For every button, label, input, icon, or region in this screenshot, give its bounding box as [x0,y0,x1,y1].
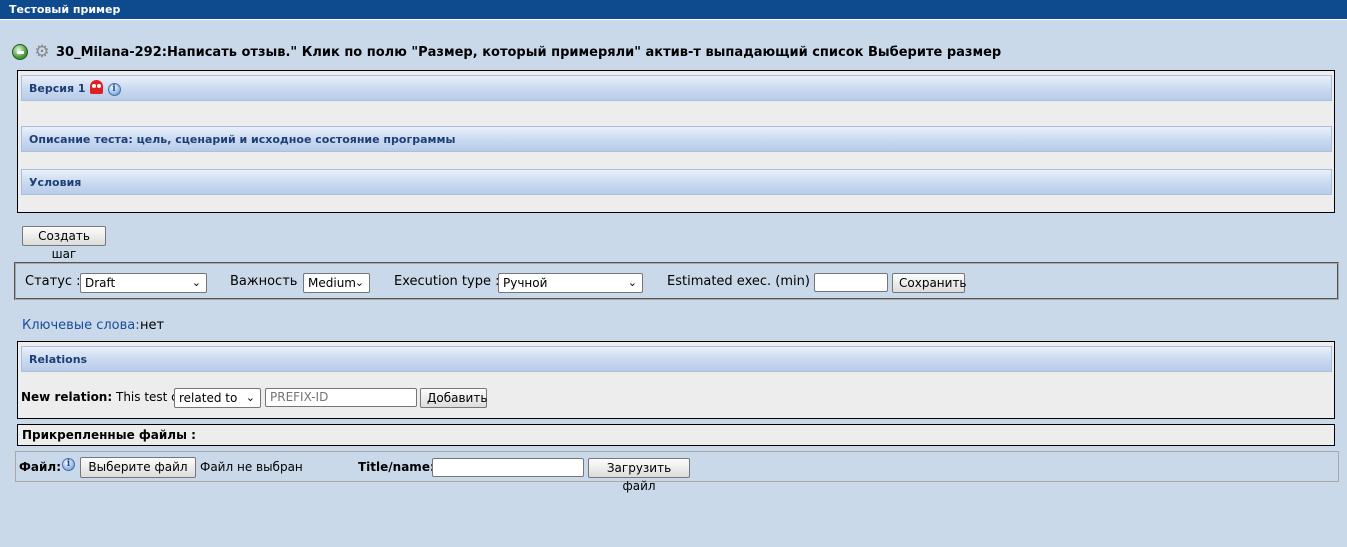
keywords-value: нет [140,318,165,333]
chevron-down-icon: ⌄ [627,276,637,289]
title-name-label: Title/name: [358,460,435,474]
test-spec-panel: Версия 1 i Описание теста: цель, сценарий… [17,70,1335,213]
execution-type-select[interactable]: Ручной ⌄ [498,273,643,293]
importance-select-value: Medium [308,276,356,290]
estimated-exec-label: Estimated exec. (min) : [667,274,819,289]
add-relation-button[interactable]: Добавить [420,388,487,408]
description-section-bar[interactable]: Описание теста: цель, сценарий и исходно… [21,126,1332,152]
keywords-label[interactable]: Ключевые слова: [22,318,140,333]
relations-panel: Relations New relation: This test case r… [17,341,1335,419]
test-case-heading: ⚙ 30_Milana-292:Написать отзыв." Клик по… [12,41,1001,63]
title-name-input[interactable] [432,458,584,477]
no-file-chosen-text: Файл не выбран [200,460,303,474]
chevron-down-icon: ⌄ [245,391,255,404]
status-select-value: Draft [85,276,116,290]
importance-label: Важность : [230,274,306,289]
description-label: Описание теста: цель, сценарий и исходно… [29,133,456,146]
relation-type-select[interactable]: related to ⌄ [174,388,261,408]
execution-type-label: Execution type : [394,274,500,289]
attachments-header: Прикрепленные файлы : [17,424,1335,446]
importance-select[interactable]: Medium ⌄ [303,273,370,293]
estimated-exec-input[interactable] [814,273,888,292]
window-title: Тестовый пример [9,3,121,16]
version-section-bar[interactable]: Версия 1 i [21,75,1332,101]
window-title-bar: Тестовый пример [0,0,1347,20]
attachments-title: Прикрепленные файлы : [22,428,196,442]
relations-section-bar[interactable]: Relations [21,346,1332,372]
create-step-button[interactable]: Создать шаг [22,226,106,261]
chevron-down-icon: ⌄ [354,276,364,289]
info-icon[interactable]: i [62,458,75,471]
info-icon[interactable]: i [107,83,121,96]
relation-id-placeholder: PREFIX-ID [270,390,329,404]
green-arrow-icon[interactable] [12,44,28,60]
file-upload-row: Файл: i Выберите файл Файл не выбран Tit… [15,451,1339,493]
ghost-icon [89,80,103,94]
test-case-title: 30_Milana-292:Написать отзыв." Клик по п… [56,44,1002,60]
relation-type-value: related to [179,391,238,405]
save-button[interactable]: Сохранить [892,273,967,293]
properties-fieldset: Статус : Draft ⌄ Важность : Medium ⌄ Execu… [14,262,1339,300]
execution-type-select-value: Ручной [503,276,548,290]
choose-file-button[interactable]: Выберите файл [80,457,196,478]
relation-id-input[interactable]: PREFIX-ID [265,388,417,407]
version-label: Версия 1 [29,82,86,95]
status-select[interactable]: Draft ⌄ [80,273,207,293]
conditions-section-bar[interactable]: Условия [21,169,1332,195]
gear-icon[interactable]: ⚙ [34,44,50,61]
status-label: Статус : [25,274,81,289]
new-relation-row: New relation: This test case [21,388,199,406]
relations-title: Relations [29,353,88,366]
upload-file-button[interactable]: Загрузить файл [588,458,690,493]
chevron-down-icon: ⌄ [191,276,201,289]
conditions-label: Условия [29,176,82,189]
new-relation-label: New relation: [21,390,113,404]
file-label: Файл: [19,460,61,474]
